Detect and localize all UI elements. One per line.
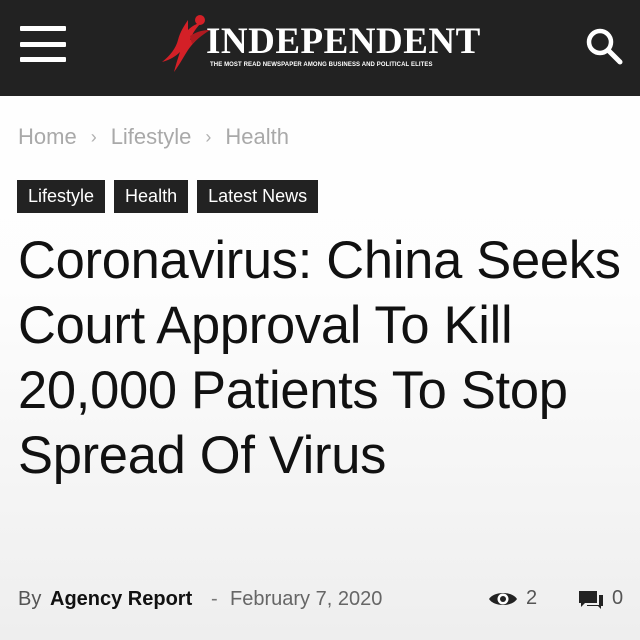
article-title: Coronavirus: China Seeks Court Approval … bbox=[18, 231, 621, 485]
author-link[interactable]: Agency Report bbox=[50, 588, 192, 611]
breadcrumb-separator: › bbox=[205, 126, 212, 147]
tag-health[interactable]: Health bbox=[114, 180, 189, 213]
breadcrumb: Home › Lifestyle › Health bbox=[18, 122, 289, 152]
menu-line bbox=[20, 26, 66, 31]
comment-count[interactable]: 0 bbox=[578, 587, 623, 610]
view-count-value: 2 bbox=[526, 587, 538, 609]
by-label: By bbox=[18, 588, 42, 610]
breadcrumb-lifestyle[interactable]: Lifestyle bbox=[111, 124, 192, 150]
breadcrumb-separator: › bbox=[90, 126, 97, 147]
tag-latest-news[interactable]: Latest News bbox=[197, 180, 319, 213]
tag-lifestyle[interactable]: Lifestyle bbox=[17, 180, 106, 213]
meta-separator: - bbox=[211, 588, 218, 610]
menu-line bbox=[20, 41, 66, 47]
site-header: INDEPENDENT THE MOST READ NEWSPAPER AMON… bbox=[0, 0, 640, 96]
view-count: 2 bbox=[488, 587, 537, 610]
comment-count-value: 0 bbox=[612, 587, 624, 609]
hamburger-menu-icon[interactable] bbox=[20, 26, 66, 62]
logo-wordmark: INDEPENDENT bbox=[206, 21, 481, 62]
site-logo[interactable]: INDEPENDENT THE MOST READ NEWSPAPER AMON… bbox=[158, 14, 488, 76]
article-meta: By Agency Report - February 7, 2020 2 0 bbox=[18, 585, 630, 615]
logo-tagline: THE MOST READ NEWSPAPER AMONG BUSINESS A… bbox=[210, 62, 433, 68]
comment-icon bbox=[579, 590, 603, 609]
menu-line bbox=[20, 57, 66, 62]
eye-icon bbox=[489, 592, 517, 605]
breadcrumb-health[interactable]: Health bbox=[225, 124, 289, 150]
breadcrumb-home[interactable]: Home bbox=[18, 124, 77, 150]
search-icon[interactable] bbox=[582, 24, 626, 68]
publish-date: February 7, 2020 bbox=[230, 588, 383, 610]
category-tags: Lifestyle Health Latest News bbox=[17, 180, 319, 213]
